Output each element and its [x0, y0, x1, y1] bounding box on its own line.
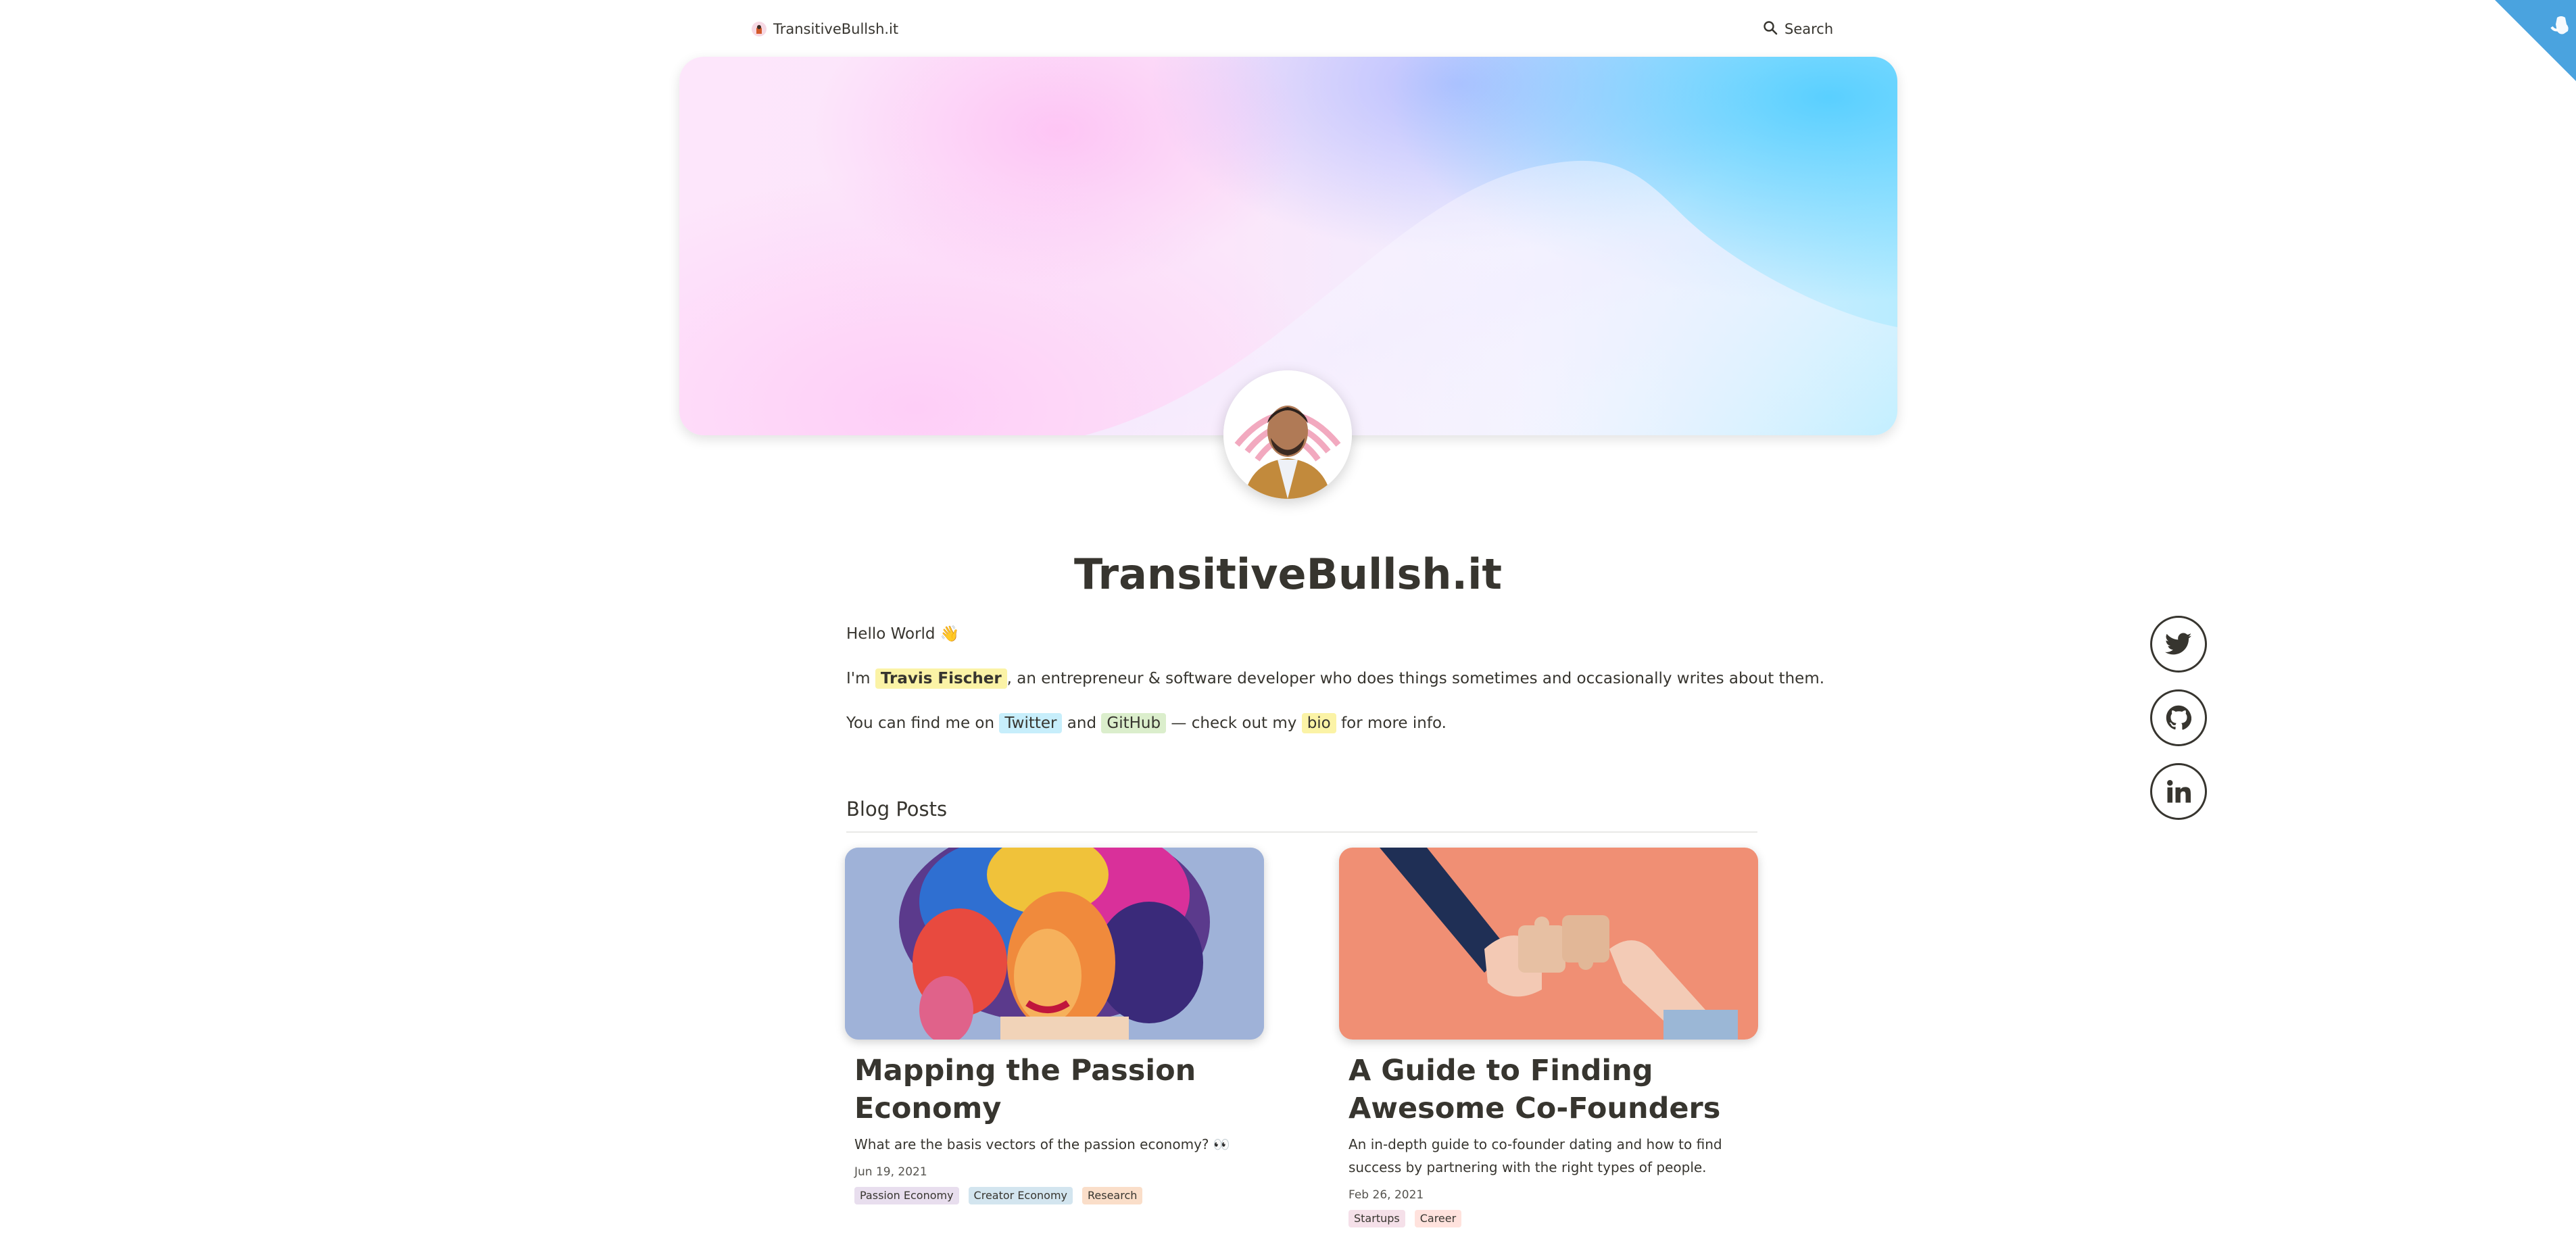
- top-nav: TransitiveBullsh.it Search: [0, 0, 2576, 81]
- search-icon: [1763, 20, 1778, 39]
- author-name-highlight: Travis Fischer: [875, 668, 1007, 689]
- tag-research[interactable]: Research: [1082, 1187, 1143, 1204]
- intro-content: Hello World 👋 I'm Travis Fischer, an ent…: [846, 622, 1824, 756]
- greeting-text: Hello World 👋: [846, 625, 960, 643]
- blog-card-description: An in-depth guide to co-founder dating a…: [1348, 1136, 1722, 1175]
- twitter-link[interactable]: Twitter: [999, 713, 1063, 733]
- github-corner-icon: [2495, 0, 2576, 81]
- tag-startups[interactable]: Startups: [1348, 1210, 1405, 1227]
- blog-card-title[interactable]: Mapping the Passion Economy: [854, 1052, 1255, 1127]
- nav-brand-link[interactable]: TransitiveBullsh.it: [750, 18, 898, 40]
- intro-line: I'm Travis Fischer, an entrepreneur & so…: [846, 666, 1824, 691]
- blog-card-body: A Guide to Finding Awesome Co-Founders A…: [1339, 1040, 1758, 1227]
- github-button[interactable]: [2150, 689, 2207, 746]
- intro-suffix: , an entrepreneur & software developer w…: [1006, 670, 1825, 687]
- github-corner-link[interactable]: [2495, 0, 2576, 81]
- nav-brand-label: TransitiveBullsh.it: [773, 21, 899, 37]
- github-link[interactable]: GitHub: [1101, 713, 1167, 733]
- blog-card-description: What are the basis vectors of the passio…: [854, 1136, 1230, 1152]
- blog-card-image[interactable]: [1339, 848, 1758, 1040]
- tag-passion-economy[interactable]: Passion Economy: [854, 1187, 959, 1204]
- blog-card-date: Feb 26, 2021: [1348, 1188, 1424, 1202]
- links-suffix: for more info.: [1341, 714, 1447, 732]
- linkedin-icon: [2167, 780, 2191, 803]
- blog-card-date: Jun 19, 2021: [854, 1165, 927, 1179]
- blog-card-title[interactable]: A Guide to Finding Awesome Co-Founders: [1348, 1052, 1749, 1127]
- page-title: TransitiveBullsh.it: [1074, 550, 1502, 599]
- links-mid: — check out my: [1171, 714, 1297, 732]
- bio-link[interactable]: bio: [1301, 713, 1336, 733]
- links-line: You can find me on Twitter and GitHub — …: [846, 711, 1757, 735]
- blog-card[interactable]: A Guide to Finding Awesome Co-Founders A…: [1339, 848, 1758, 1227]
- links-and: and: [1067, 714, 1097, 732]
- search-label: Search: [1784, 21, 1834, 37]
- links-prefix: You can find me on: [846, 714, 995, 732]
- brand-logo-icon: [750, 20, 768, 38]
- blog-card-body: Mapping the Passion Economy What are the…: [845, 1040, 1264, 1204]
- intro-prefix: I'm: [846, 670, 871, 687]
- tag-career[interactable]: Career: [1414, 1210, 1462, 1227]
- blog-card[interactable]: Mapping the Passion Economy What are the…: [845, 848, 1264, 1204]
- search-button[interactable]: Search: [1763, 18, 1833, 40]
- blog-section-title: Blog Posts: [846, 795, 1757, 833]
- avatar: [1223, 370, 1352, 499]
- twitter-icon: [2165, 633, 2192, 655]
- blog-card-tags: Startups Career: [1348, 1210, 1749, 1227]
- linkedin-button[interactable]: [2150, 763, 2207, 820]
- blog-card-image[interactable]: [845, 848, 1264, 1040]
- github-icon: [2166, 705, 2191, 730]
- twitter-button[interactable]: [2150, 616, 2207, 673]
- blog-card-tags: Passion Economy Creator Economy Research: [854, 1187, 1255, 1204]
- tag-creator-economy[interactable]: Creator Economy: [968, 1187, 1073, 1204]
